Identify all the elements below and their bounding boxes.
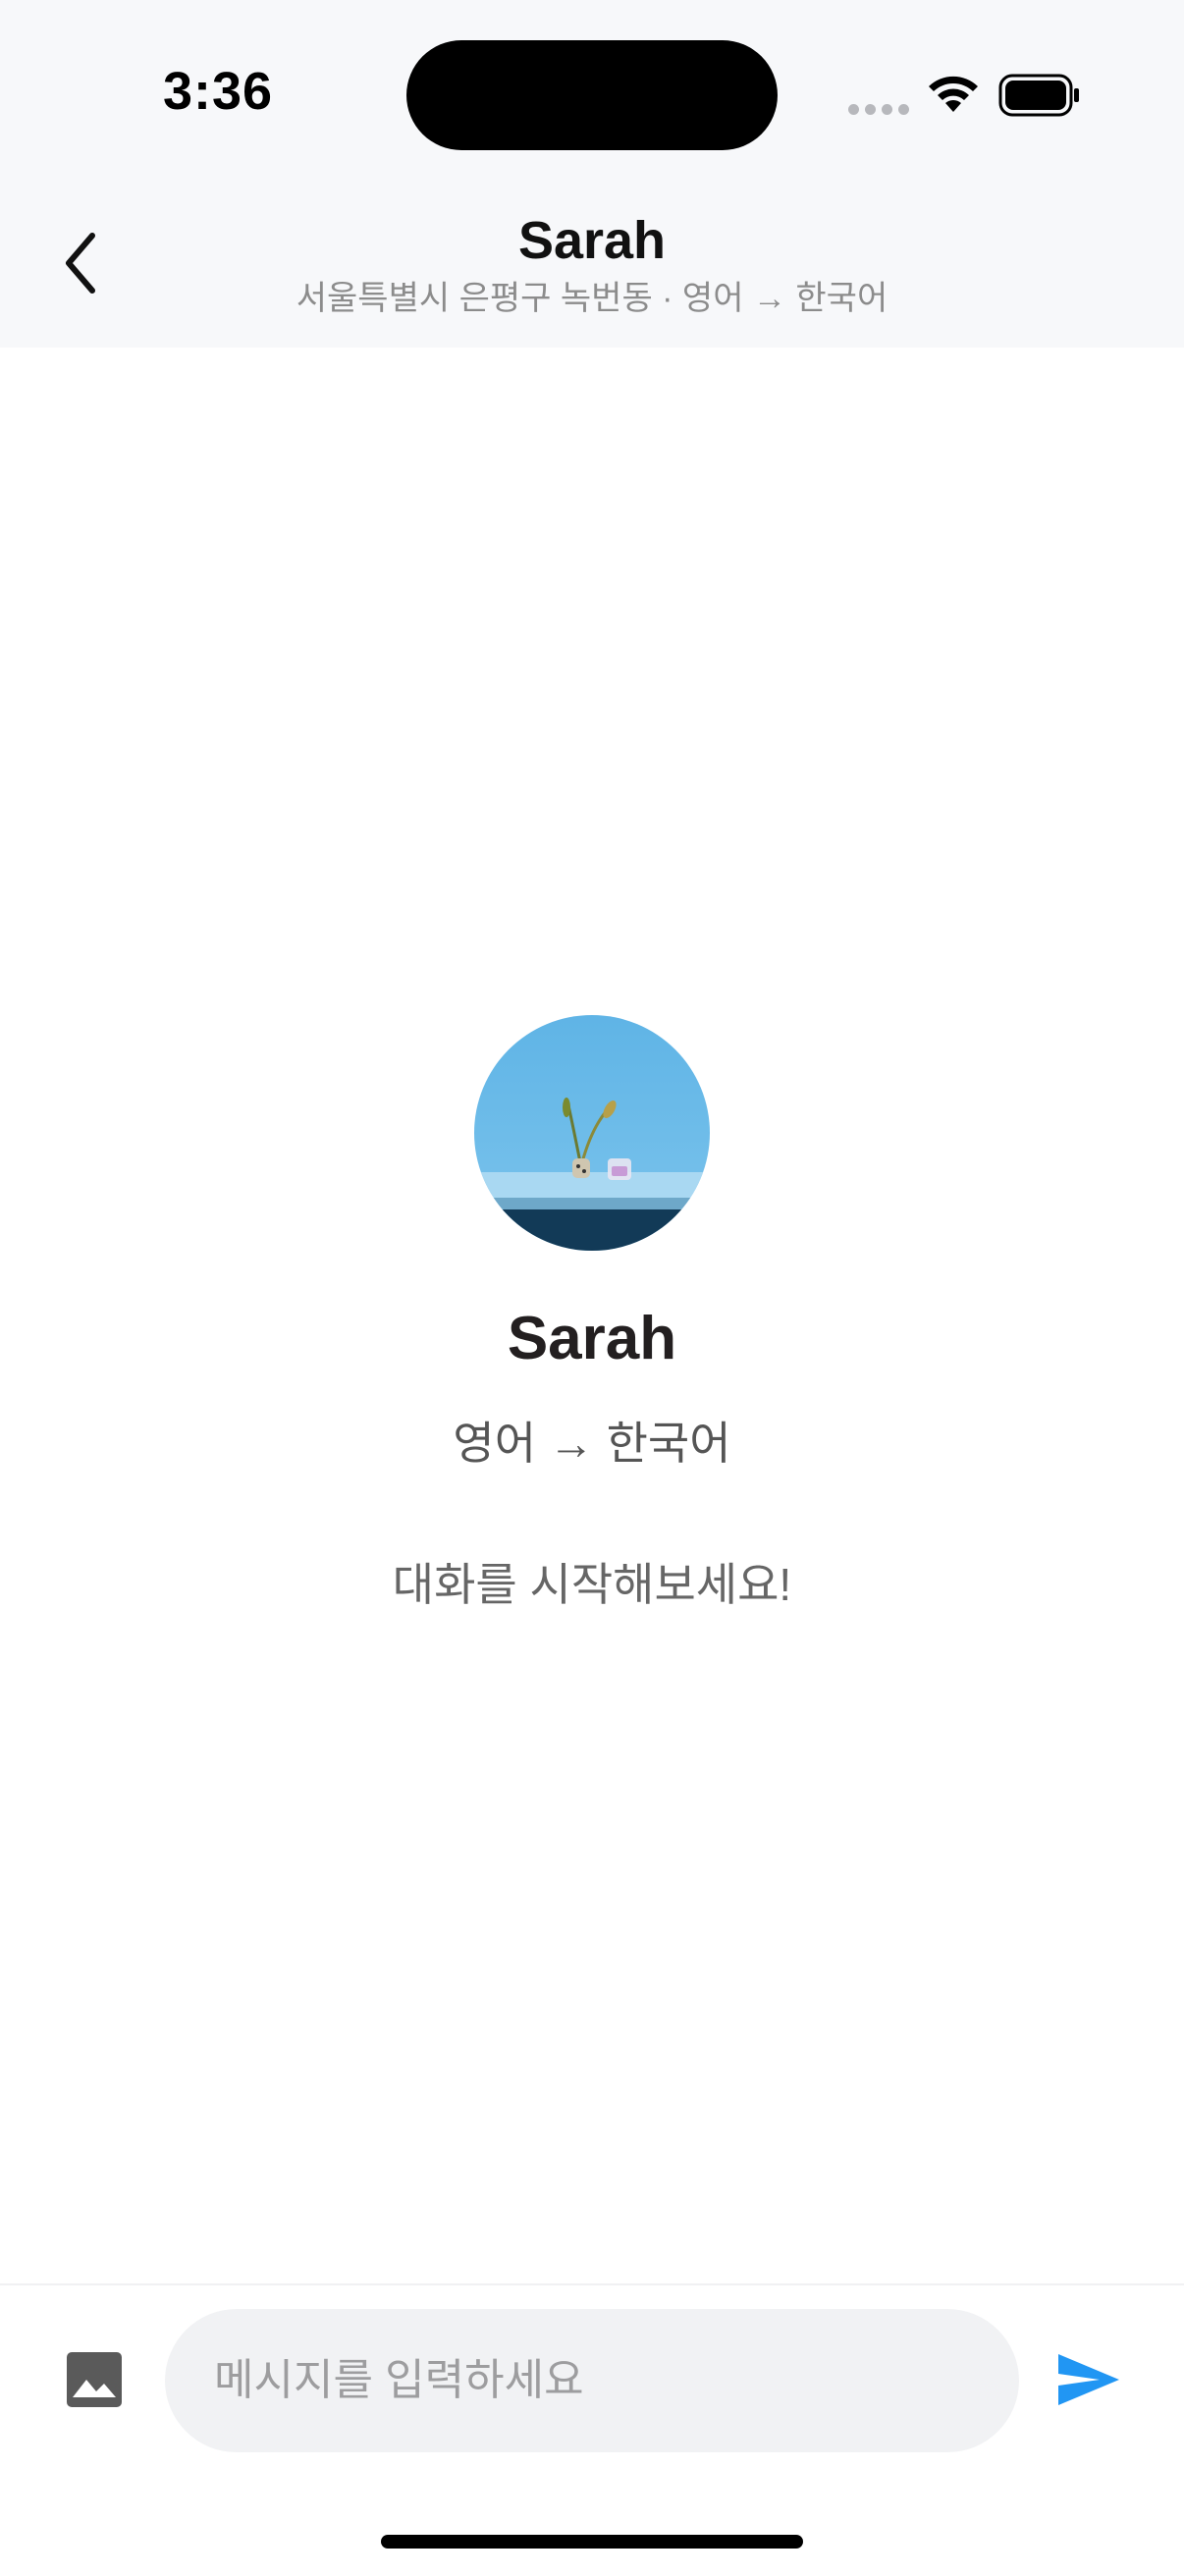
home-indicator xyxy=(381,2535,803,2549)
status-time: 3:36 xyxy=(163,62,274,121)
profile-languages: 영어 → 한국어 xyxy=(453,1418,731,1469)
image-icon xyxy=(67,2352,122,2407)
page-subtitle: 서울특별시 은평구 녹번동 · 영어 → 한국어 xyxy=(296,280,888,317)
page-title: Sarah xyxy=(517,211,667,270)
cellular-signal-icon xyxy=(848,104,909,115)
send-button[interactable] xyxy=(1054,2350,1123,2409)
message-input[interactable] xyxy=(165,2309,1019,2452)
profile-name: Sarah xyxy=(507,1305,677,1372)
wifi-icon xyxy=(929,76,978,112)
send-icon xyxy=(1058,2354,1119,2405)
dynamic-island xyxy=(406,40,778,150)
empty-chat-prompt: 대화를 시작해보세요! xyxy=(392,1559,792,1610)
attach-image-button[interactable] xyxy=(65,2350,124,2409)
battery-icon xyxy=(998,74,1079,117)
avatar xyxy=(474,1015,710,1251)
status-bar: 3:36 xyxy=(0,0,1184,187)
